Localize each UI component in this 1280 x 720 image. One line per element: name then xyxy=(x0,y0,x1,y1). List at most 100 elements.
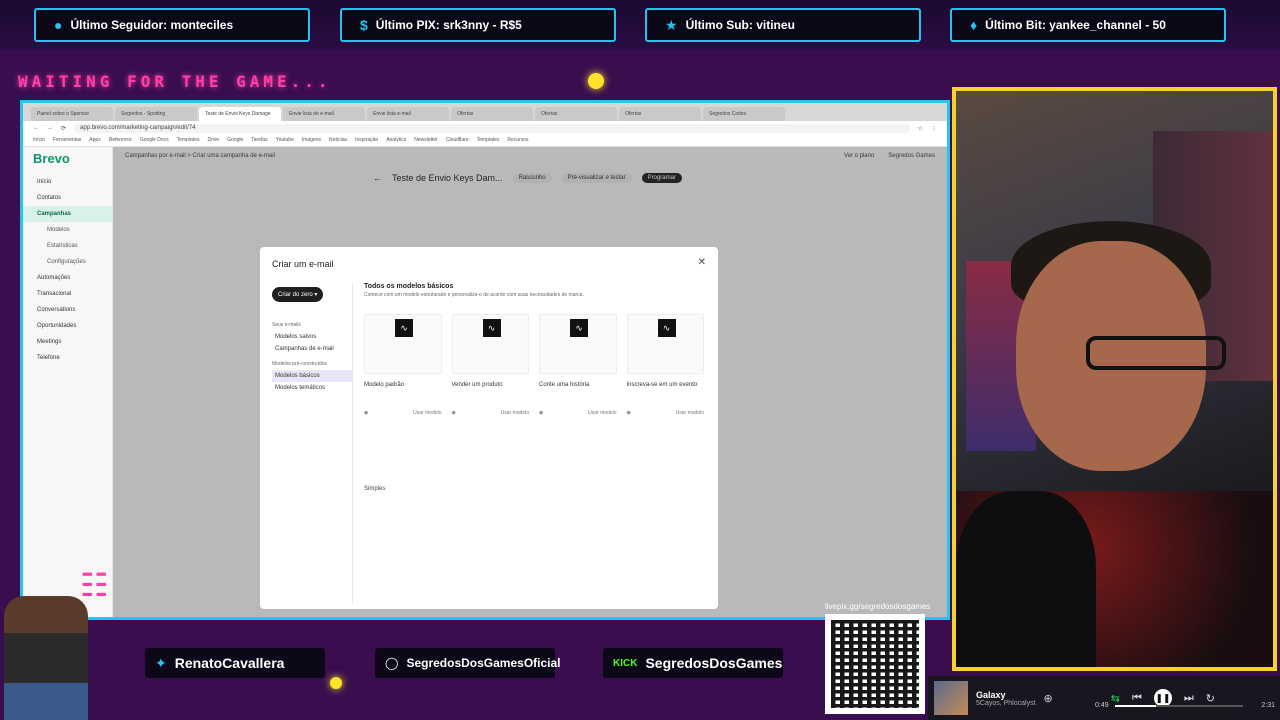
browser-tab-active[interactable]: Teste de Envio Keys Damage xyxy=(199,107,281,121)
browser-tab[interactable]: Painel sobre o Sponsor xyxy=(31,107,113,121)
preview-eye-icon[interactable]: ◉ xyxy=(452,410,456,416)
bookmark[interactable]: Google xyxy=(227,137,243,144)
browser-tab[interactable]: Ofertas xyxy=(619,107,701,121)
nav-contacts[interactable]: Contatos xyxy=(23,190,112,206)
webcam-feed xyxy=(952,87,1277,671)
logo-icon: ∿ xyxy=(482,319,501,337)
bookmark[interactable]: Recursos xyxy=(507,137,528,144)
nav-conversations[interactable]: Conversations xyxy=(23,302,112,318)
bookmark[interactable]: Newsletter xyxy=(414,137,438,144)
template-thumbnail[interactable]: ∿ xyxy=(451,314,529,374)
browser-tab[interactable]: Envie lista e-mail xyxy=(367,107,449,121)
nav-automations[interactable]: Automações xyxy=(23,270,112,286)
modal-divider xyxy=(352,283,353,603)
bookmark[interactable]: Ferramentas xyxy=(53,137,81,144)
waiting-banner: WAITING FOR THE GAME... xyxy=(18,72,332,91)
nav-phone[interactable]: Telefone xyxy=(23,350,112,366)
browser-tab[interactable]: Envie lista de e-mail xyxy=(283,107,365,121)
section-description: Comece com um modelo estruturado e perso… xyxy=(364,292,584,298)
bookmark[interactable]: Apps xyxy=(89,137,100,144)
menu-dots-icon[interactable]: ⋮ xyxy=(931,125,937,132)
bookmark[interactable]: Cloudflare xyxy=(446,137,469,144)
browser-tab[interactable]: Ofertas xyxy=(535,107,617,121)
bookmark[interactable]: Youtube xyxy=(276,137,294,144)
star-bookmark-icon[interactable]: ☆ xyxy=(918,125,923,132)
alert-last-sub: ★ Último Sub: vitineu xyxy=(645,8,921,42)
elapsed-time: 0:49 xyxy=(1095,702,1109,709)
email-campaigns-item[interactable]: Campanhas de e-mail xyxy=(272,343,352,355)
add-circle-icon[interactable]: ⊕ xyxy=(1044,692,1053,705)
bookmarks-bar: Início Ferramentas Apps Reference Google… xyxy=(23,135,947,147)
template-card[interactable]: ∿ Conte uma história ◉ Usar modelo xyxy=(539,314,617,416)
nav-settings[interactable]: Configurações xyxy=(23,254,112,270)
template-name: Conte uma história xyxy=(539,382,590,388)
template-card[interactable]: ∿ Vender um produto ◉ Usar modelo xyxy=(451,314,529,416)
themed-templates-item[interactable]: Modelos temáticos xyxy=(272,382,352,394)
livepix-qr-code xyxy=(825,614,925,714)
nav-meetings[interactable]: Meetings xyxy=(23,334,112,350)
saved-templates-item[interactable]: Modelos salvos xyxy=(272,331,352,343)
templates-panel: Todos os modelos básicos Comece com um m… xyxy=(364,283,704,492)
pixel-avatar-image xyxy=(4,596,88,720)
close-icon[interactable]: ✕ xyxy=(698,257,706,268)
bookmark[interactable]: Templates xyxy=(477,137,500,144)
bookmark[interactable]: Analytics xyxy=(386,137,406,144)
social-label: RenatoCavallera xyxy=(174,655,285,671)
use-template-button[interactable]: Usar modelo xyxy=(588,410,616,416)
social-label: SegredosDosGames xyxy=(645,655,783,671)
create-from-scratch-button[interactable]: Criar do zero ▾ xyxy=(272,287,324,302)
bookmark[interactable]: Notícias xyxy=(329,137,347,144)
music-player: Galaxy 5Cayos, Phlocalyst ⊕ ⇆ ⏮ ❚❚ ⏭ ↻ xyxy=(928,676,1280,720)
dollar-icon: $ xyxy=(360,17,368,33)
bookmark[interactable]: Drive xyxy=(207,137,219,144)
nav-campaigns[interactable]: Campanhas xyxy=(23,206,112,222)
brevo-app: Brevo Início Contatos Campanhas Modelos … xyxy=(23,147,947,617)
app-sidebar: Brevo Início Contatos Campanhas Modelos … xyxy=(23,147,113,617)
alert-last-pix: $ Último PIX: srk3nny - R$5 xyxy=(340,8,616,42)
use-template-button[interactable]: Usar modelo xyxy=(413,410,441,416)
nav-transactional[interactable]: Transacional xyxy=(23,286,112,302)
create-email-modal: Criar um e-mail ✕ Criar do zero ▾ Seus e… xyxy=(260,247,718,609)
bookmark[interactable]: Reference xyxy=(109,137,132,144)
bookmark[interactable]: Início xyxy=(33,137,45,144)
kick-icon: KICK xyxy=(613,657,638,669)
template-name: Inscreva-se em um evento xyxy=(626,382,698,388)
template-thumbnail[interactable]: ∿ xyxy=(626,314,704,374)
preview-eye-icon[interactable]: ◉ xyxy=(539,410,543,416)
browser-tab[interactable]: Ofertas xyxy=(451,107,533,121)
simple-section-title: Simples xyxy=(364,486,386,492)
nav-templates[interactable]: Modelos xyxy=(23,222,112,238)
use-template-button[interactable]: Usar modelo xyxy=(501,410,529,416)
track-progress-bar[interactable] xyxy=(1115,705,1243,707)
nav-opportunities[interactable]: Oportunidades xyxy=(23,318,112,334)
social-kick: KICK SegredosDosGames xyxy=(603,648,783,678)
bookmark[interactable]: Imagens xyxy=(302,137,321,144)
forward-icon[interactable]: → xyxy=(47,125,53,131)
use-template-button[interactable]: Usar modelo xyxy=(676,410,704,416)
template-card[interactable]: ∿ Inscreva-se em um evento ◉ Usar modelo xyxy=(626,314,704,416)
nav-statistics[interactable]: Estatísticas xyxy=(23,238,112,254)
nav-home[interactable]: Início xyxy=(23,174,112,190)
bookmark[interactable]: Google Docs xyxy=(140,137,169,144)
qr-pattern xyxy=(831,620,919,708)
logo-icon: ∿ xyxy=(657,319,676,337)
bookmark[interactable]: Inspiração xyxy=(355,137,378,144)
reload-icon[interactable]: ⟳ xyxy=(61,125,66,132)
bookmark[interactable]: Templates xyxy=(177,137,200,144)
address-bar[interactable]: app.brevo.com/marketing-campaign/edit/74 xyxy=(74,123,910,133)
browser-tab[interactable]: Segredos - Spotting xyxy=(115,107,197,121)
alert-label: Último Seguidor: monteciles xyxy=(70,18,234,32)
preview-eye-icon[interactable]: ◉ xyxy=(627,410,631,416)
basic-templates-item[interactable]: Modelos básicos xyxy=(272,370,352,382)
template-thumbnail[interactable]: ∿ xyxy=(539,314,617,374)
back-icon[interactable]: ← xyxy=(33,125,39,131)
bookmark[interactable]: Tarefas xyxy=(251,137,267,144)
template-name: Vender um produto xyxy=(451,382,503,388)
browser-tab[interactable]: Segredos Codes xyxy=(703,107,785,121)
template-thumbnail[interactable]: ∿ xyxy=(364,314,442,374)
streamer-glasses xyxy=(1086,336,1226,370)
template-card[interactable]: ∿ Modelo padrão ◉ Usar modelo xyxy=(364,314,442,416)
track-title: Galaxy xyxy=(976,689,1006,700)
preview-eye-icon[interactable]: ◉ xyxy=(364,410,368,416)
create-label: Criar do zero xyxy=(278,292,313,298)
